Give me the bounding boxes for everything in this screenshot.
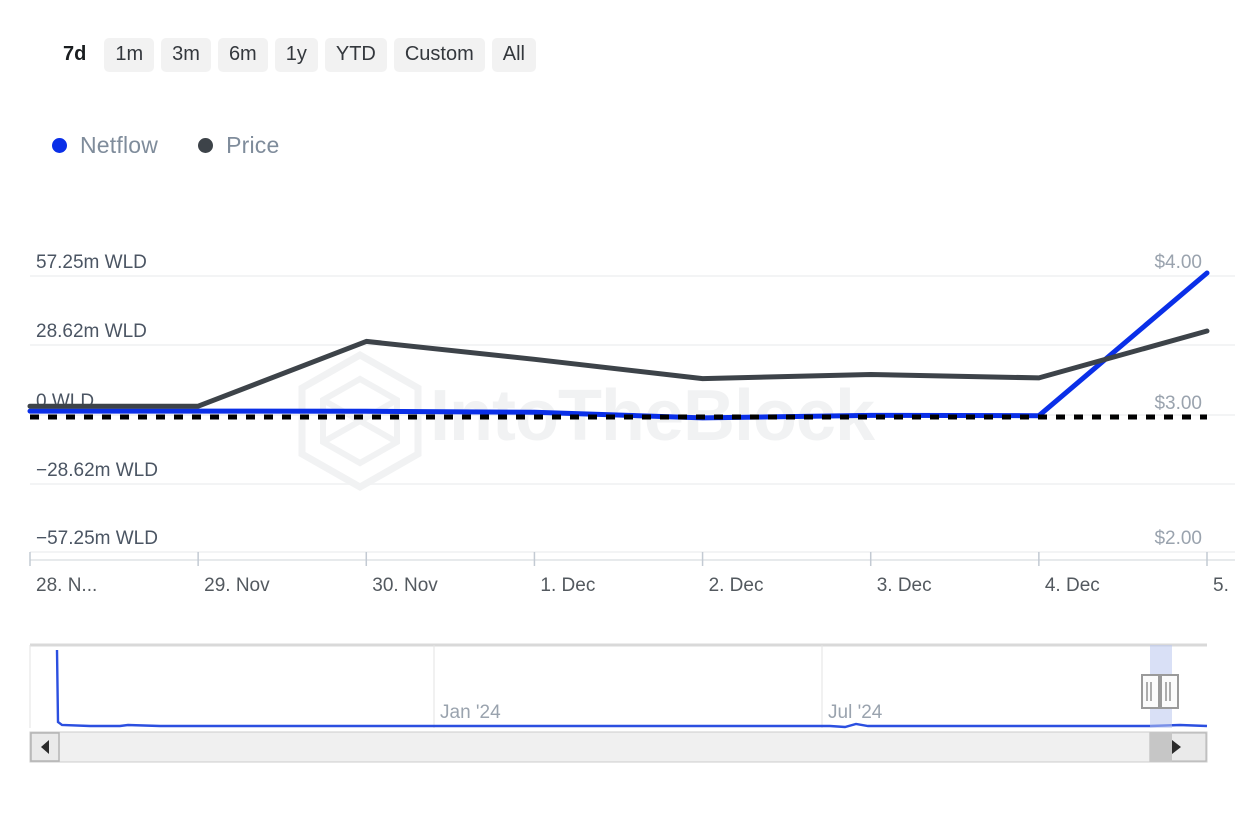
x-axis-tick-label: 28. N... <box>36 575 97 596</box>
navigator-tick-labels: Jan '24 Jul '24 <box>440 702 883 723</box>
navigator-svg[interactable]: Jan '24 Jul '24 <box>0 636 1235 766</box>
x-axis-ticks <box>30 552 1207 566</box>
left-axis-tick-label: 57.25m WLD <box>36 252 147 273</box>
x-axis-tick-label: 30. Nov <box>372 575 438 596</box>
intotheblock-hexagon-logo <box>302 355 418 487</box>
navigator-tick-label: Jul '24 <box>828 702 883 723</box>
right-axis-tick-label: $4.00 <box>1154 252 1202 273</box>
right-axis-tick-label: $2.00 <box>1154 528 1202 549</box>
x-axis-tick-label: 2. Dec <box>709 575 764 596</box>
range-handle-grip-icon[interactable] <box>1142 675 1178 708</box>
x-axis-tick-label: 4. Dec <box>1045 575 1100 596</box>
left-axis-tick-label: −57.25m WLD <box>36 528 158 549</box>
left-axis-tick-label: 28.62m WLD <box>36 321 147 342</box>
x-axis-tick-label: 1. Dec <box>540 575 595 596</box>
x-axis-tick-label: 3. Dec <box>877 575 932 596</box>
navigator-scrollbar-thumb[interactable] <box>1150 732 1172 762</box>
chart-svg: IntoTheBlock 57.25m WLD28.62m WLD0 WLD−2… <box>0 0 1235 620</box>
chart-navigator[interactable]: Jan '24 Jul '24 <box>0 636 1235 766</box>
left-axis-tick-label: −28.62m WLD <box>36 460 158 481</box>
navigator-scrollbar-track[interactable] <box>30 732 1207 762</box>
x-axis-tick-label: 29. Nov <box>204 575 270 596</box>
left-axis-tick-labels: 57.25m WLD28.62m WLD0 WLD−28.62m WLD−57.… <box>36 252 158 549</box>
scroll-left-arrow-icon[interactable] <box>31 733 59 761</box>
navigator-tick-label: Jan '24 <box>440 702 501 723</box>
navigator-sparkline <box>57 650 1207 727</box>
right-axis-tick-label: $3.00 <box>1154 393 1202 414</box>
chart-plot-area: IntoTheBlock 57.25m WLD28.62m WLD0 WLD−2… <box>0 0 1235 620</box>
netflow-price-chart-widget: 7d1m3m6m1yYTDCustomAll NetflowPrice Into… <box>0 0 1235 818</box>
x-axis-tick-label: 5. Dec <box>1213 575 1235 596</box>
x-axis-tick-labels: 28. N... 29. Nov 30. Nov 1. Dec 2. Dec 3. Dec… <box>36 575 1235 596</box>
